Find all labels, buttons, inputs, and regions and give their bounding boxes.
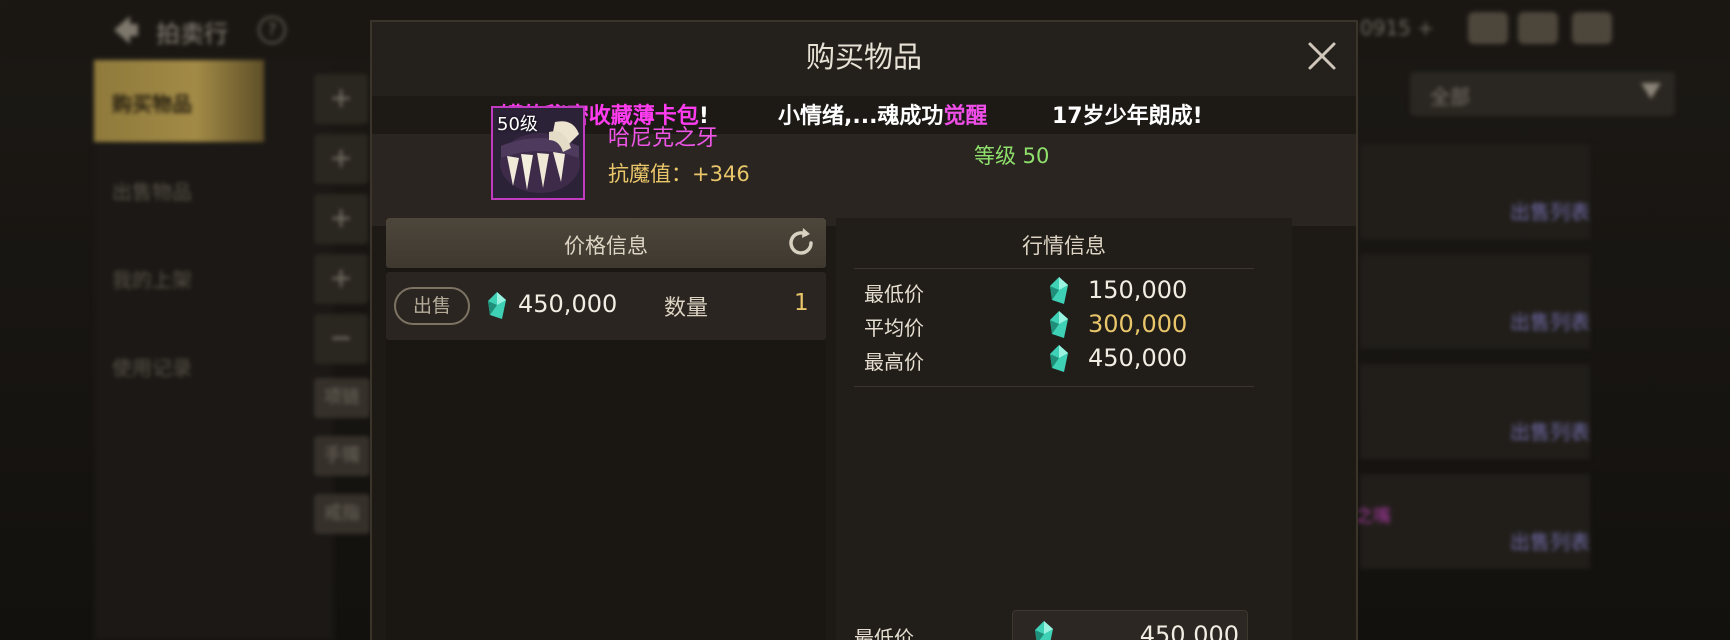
sidebar-item-buy-label: 购买物品 [112, 92, 192, 116]
item-name: 哈尼克之牙 [608, 126, 719, 151]
lowest-price-value: 150,000 [1088, 276, 1188, 304]
back-arrow-icon[interactable] [104, 10, 144, 50]
filter-value: 全部 [1430, 85, 1470, 109]
dropdown-arrow-icon [1641, 83, 1661, 99]
expand-button[interactable]: + [314, 134, 368, 184]
sidebar: 出售物品 我的上架 使用记录 [94, 58, 334, 640]
gem-currency-icon [1050, 277, 1068, 304]
price-row: 出售 450,000 数量 1 [386, 272, 826, 340]
gem-currency-icon [1050, 345, 1068, 372]
mail-icon[interactable] [1518, 12, 1558, 44]
item-stat: 抗魔值：+346 [608, 162, 750, 186]
refresh-icon[interactable] [784, 226, 818, 260]
quantity-label: 数量 [664, 296, 709, 321]
item-level-badge: 50级 [497, 114, 538, 135]
category-chip[interactable]: 戒指 [314, 494, 370, 534]
average-price-value: 300,000 [1088, 310, 1188, 338]
gem-currency-icon [1035, 621, 1053, 640]
listing-price: 450,000 [518, 290, 618, 318]
sidebar-item-buy[interactable]: 购买物品 [94, 60, 264, 142]
sidebar-item-my-listings[interactable]: 我的上架 [112, 264, 192, 293]
market-info-title: 行情信息 [1022, 234, 1106, 258]
gem-currency-icon [1050, 311, 1068, 338]
sidebar-item-sell[interactable]: 出售物品 [112, 176, 192, 205]
sell-button[interactable]: 出售 [394, 287, 470, 325]
price-info-panel: 价格信息 出售 450,000 数量 1 [386, 218, 826, 640]
quantity-value: 1 [794, 290, 809, 316]
min-price-field[interactable]: 450,000 [1012, 610, 1248, 640]
buy-item-dialog: 购买物品 :罐的秘密收藏薄卡包! 小情绪,...魂成功觉醒 17岁少年朗成! 5… [370, 20, 1358, 640]
gem-currency-icon [488, 292, 506, 319]
expand-button[interactable]: + [314, 74, 368, 124]
broadcast-marquee: :罐的秘密收藏薄卡包! 小情绪,...魂成功觉醒 17岁少年朗成! [492, 84, 1232, 136]
price-info-title: 价格信息 [564, 234, 648, 258]
item-grade: 等级 50 [974, 144, 1050, 168]
sell-list-link[interactable]: 出售列表 [1510, 306, 1590, 335]
highest-price-value: 450,000 [1088, 344, 1188, 372]
min-price-label: 最低价 [854, 626, 914, 640]
broadcast-message: 17岁少年朗成! [1052, 104, 1203, 129]
min-price-value: 450,000 [1139, 621, 1239, 640]
dialog-title: 购买物品 [805, 40, 922, 74]
divider [854, 386, 1254, 387]
currency-amount: 0915 + [1360, 16, 1435, 40]
expand-button[interactable]: + [314, 194, 368, 244]
broadcast-message: 小情绪,...魂成功觉醒 [778, 104, 988, 129]
lowest-price-label: 最低价 [864, 282, 924, 306]
filter-dropdown[interactable]: 全部 [1410, 72, 1675, 116]
listing-row[interactable]: 出售列表 [1360, 254, 1590, 349]
collapse-button[interactable]: − [314, 314, 368, 364]
item-icon[interactable]: 50级 [491, 106, 585, 200]
category-column: + + + + − 项链 手镯 戒指 [300, 58, 370, 640]
market-info-panel: 行情信息 最低价 150,000 平均价 300,000 最高价 450,000… [836, 218, 1292, 640]
sidebar-item-history[interactable]: 使用记录 [112, 352, 192, 381]
category-chip[interactable]: 手镯 [314, 436, 370, 476]
help-icon[interactable]: ? [258, 16, 286, 44]
sell-list-link[interactable]: 出售列表 [1510, 196, 1590, 225]
listing-row[interactable]: 出售列表 [1360, 144, 1590, 239]
listing-item-name: 之嘴 [1355, 506, 1391, 527]
sell-list-link[interactable]: 出售列表 [1510, 416, 1590, 445]
price-info-header: 价格信息 [386, 218, 826, 268]
bag-icon[interactable] [1468, 12, 1508, 44]
close-icon[interactable] [1302, 36, 1342, 76]
divider [854, 268, 1254, 269]
sell-list-link[interactable]: 出售列表 [1510, 526, 1590, 555]
highest-price-label: 最高价 [864, 350, 924, 374]
category-chip[interactable]: 项链 [314, 378, 370, 418]
listing-row[interactable]: 出售列表 [1360, 364, 1590, 459]
expand-button[interactable]: + [314, 254, 368, 304]
listing-panel: 全部 出售列表 出售列表 出售列表 出售列表 [1360, 58, 1730, 640]
chat-icon[interactable] [1572, 12, 1612, 44]
screen-title: 拍卖行 [156, 20, 228, 48]
average-price-label: 平均价 [864, 316, 924, 340]
